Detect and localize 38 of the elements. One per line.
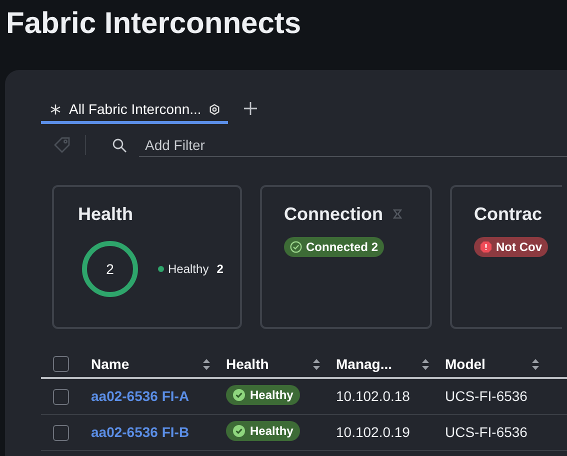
sort-icon[interactable] [203,358,210,370]
view-tab[interactable]: All Fabric Interconn... [41,98,228,124]
add-tab-icon[interactable] [244,102,258,115]
filter-input[interactable]: Add Filter [139,133,567,157]
search-icon [112,138,127,152]
check-circle-icon [290,241,302,253]
donut-total: 2 [106,260,114,278]
page-title: Fabric Interconnects [6,6,302,42]
row-checkbox[interactable] [53,388,69,404]
asterisk-icon [50,104,61,115]
table-cell: 10.102.0.19 [336,424,410,440]
table-cell: UCS-FI-6536 [445,424,528,440]
device-name-link[interactable]: aa02-6536 FI-B [91,424,190,440]
row-checkbox[interactable] [53,424,69,440]
sort-icon[interactable] [422,358,429,370]
check-circle-icon [233,424,245,436]
card-title: Connection [284,203,383,225]
device-name-link[interactable]: aa02-6536 FI-A [91,388,190,404]
card-title: Contrac [474,203,542,225]
settings-icon[interactable] [209,104,220,115]
status-badge[interactable]: Connected 2 [284,237,384,257]
legend-count: 2 [216,261,224,278]
column-header[interactable]: Model [445,354,486,374]
table-cell: 10.102.0.18 [336,388,410,404]
alert-octagon-icon [480,241,492,253]
table-cell: UCS-FI-6536 [445,388,528,404]
column-header[interactable]: Manag... [336,354,392,374]
sort-icon[interactable] [532,358,539,370]
legend-label: Healthy [168,261,209,278]
warning-badge[interactable]: Not Cov [474,237,548,257]
row-checkbox[interactable] [53,356,69,372]
health-badge: Healthy [226,384,300,404]
check-circle-icon [233,388,245,400]
health-badge: Healthy [226,420,300,440]
column-header[interactable]: Name [91,354,130,374]
column-header[interactable]: Health [226,354,269,374]
card-title: Health [78,203,134,225]
sort-icon[interactable] [313,358,320,370]
